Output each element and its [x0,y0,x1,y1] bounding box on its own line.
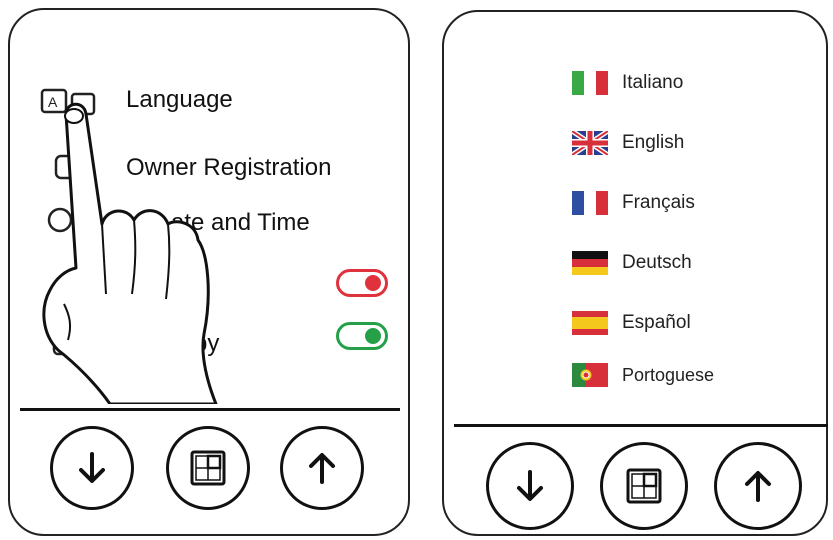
standby-icon [52,330,78,356]
up-arrow-icon [309,453,335,484]
france-flag-icon [572,191,608,215]
menu-item-owner-registration[interactable]: Owner Registration [126,154,331,182]
language-screen: Italiano English Français Deutsch Españo… [442,10,828,536]
language-option-francais[interactable]: Français [572,188,695,218]
germany-flag-icon [572,251,608,275]
uk-flag-icon [572,131,608,155]
spain-flag-icon [572,311,608,335]
up-button[interactable] [714,442,802,530]
down-button[interactable] [50,426,134,510]
language-label: Portoguese [622,364,715,385]
language-option-italiano[interactable]: Italiano [572,68,683,98]
up-arrow-icon [745,471,771,502]
language-option-deutsch[interactable]: Deutsch [572,248,692,278]
portugal-flag-icon [572,363,608,387]
menu-item-standby[interactable]: by [194,330,219,358]
enter-button[interactable] [600,442,688,530]
language-icon[interactable]: A [40,88,98,118]
down-arrow-icon [79,452,105,483]
up-button[interactable] [280,426,364,510]
enter-button[interactable] [166,426,250,510]
language-label: Español [622,312,691,333]
svg-text:A: A [48,94,58,110]
settings-screen: A Language Owner Registration ate and Ti… [8,8,410,536]
language-label: Italiano [622,72,684,93]
feature-toggle-red[interactable] [336,269,388,297]
menu-enter-icon [190,450,226,486]
clock-icon [47,207,73,233]
italy-flag-icon [572,71,608,95]
down-button[interactable] [486,442,574,530]
language-option-english[interactable]: English [572,128,684,158]
language-label: Deutsch [622,252,692,273]
language-option-portoguese[interactable]: Portoguese [572,360,714,390]
standby-toggle[interactable] [336,322,388,350]
language-label: Français [622,192,695,213]
down-arrow-icon [517,470,543,501]
menu-item-language[interactable]: Language [126,86,233,114]
menu-item-date-time[interactable]: ate and Time [171,209,310,237]
user-icon [54,154,82,180]
divider [454,424,828,427]
divider [20,408,400,411]
language-label: English [622,132,685,153]
menu-enter-icon [626,468,662,504]
language-option-espanol[interactable]: Español [572,308,691,338]
